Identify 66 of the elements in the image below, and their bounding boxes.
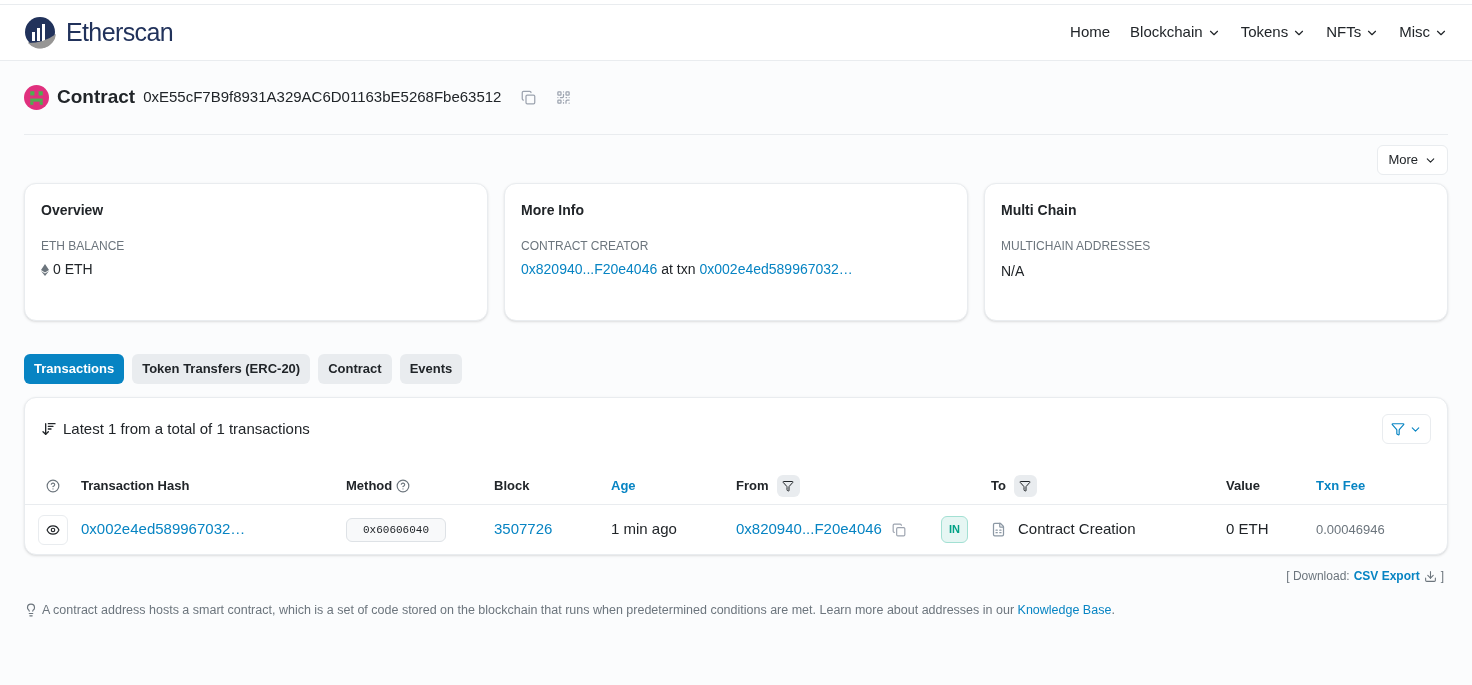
column-header: To (991, 477, 1006, 496)
more-button[interactable]: More (1377, 145, 1448, 175)
qr-code-icon[interactable] (556, 90, 572, 105)
avatar-icon (24, 85, 49, 110)
column-header[interactable]: Txn Fee (1316, 476, 1366, 496)
filter-icon (782, 480, 794, 492)
method-badge: 0x60606040 (346, 517, 446, 543)
card-title: Multi Chain (1001, 201, 1078, 220)
csv-export-link[interactable]: CSV Export (1353, 567, 1437, 585)
field-label: MULTICHAIN ADDRESSES (1001, 238, 1152, 255)
age-text: 1 min ago (611, 519, 678, 540)
to-text: Contract Creation (1018, 519, 1136, 540)
ethereum-icon (41, 263, 49, 276)
nav-link[interactable]: NFTs (1326, 21, 1380, 44)
sort-icon (41, 421, 57, 437)
transaction-hash-link[interactable]: 0x002e4ed589967032… (81, 518, 346, 541)
copy-icon[interactable] (521, 90, 537, 105)
tab[interactable]: Events (399, 354, 463, 384)
eye-icon (46, 522, 60, 537)
lightbulb-icon (24, 603, 38, 618)
download-label: [ Download: (1286, 568, 1350, 585)
creator-link[interactable]: 0x820940...F20e4046 (521, 259, 658, 280)
filter-icon (1019, 480, 1032, 492)
tab[interactable]: Contract (318, 354, 392, 384)
download-icon (1423, 569, 1437, 583)
column-filter-button[interactable] (1013, 475, 1037, 497)
copy-icon[interactable] (891, 522, 906, 537)
card-title: More Info (521, 201, 585, 220)
filter-icon (1391, 422, 1405, 436)
help-icon[interactable] (396, 479, 411, 493)
tab[interactable]: Transactions (24, 354, 125, 384)
nav-link[interactable]: Home (1070, 21, 1111, 44)
txn-link[interactable]: 0x002e4ed589967032… (699, 259, 853, 280)
contract-address: 0xE55cF7B9f8931A329AC6D01163bE5268Fbe63512 (143, 87, 502, 108)
nav-link[interactable]: Blockchain (1130, 21, 1221, 44)
column-header: Method (346, 477, 393, 496)
info-note: A contract address hosts a smart contract, which is a set of code stored on the blockchain that runs when predetermined conditions are met. Learn more about addresses in our Knowledge Base. (42, 602, 1115, 619)
download-bracket: ] (1440, 568, 1444, 585)
help-icon[interactable] (46, 479, 60, 493)
column-header: Value (1226, 477, 1260, 496)
direction-badge: IN (940, 516, 968, 543)
balance-value: 0 ETH (53, 260, 93, 279)
card-title: Overview (41, 201, 105, 220)
logo-text[interactable]: Etherscan (66, 13, 173, 52)
column-header: Transaction Hash (81, 477, 190, 496)
nav-link[interactable]: Tokens (1240, 21, 1307, 44)
logo-icon (24, 15, 58, 50)
contract-icon (991, 522, 1006, 537)
column-header[interactable]: Age (611, 476, 636, 496)
transactions-summary: Latest 1 from a total of 1 transactions (63, 418, 310, 439)
page-title: Contract (57, 85, 136, 110)
from-address-link[interactable]: 0x820940...F20e4046 (736, 518, 882, 541)
at-txn-text: at txn (661, 260, 696, 279)
nav-link[interactable]: Misc (1399, 21, 1448, 44)
column-header: Block (494, 477, 530, 496)
field-label: ETH BALANCE (41, 238, 126, 255)
multichain-value: N/A (1001, 263, 1025, 279)
filter-dropdown-button[interactable] (1382, 414, 1431, 444)
view-details-button[interactable] (38, 514, 68, 545)
block-link[interactable]: 3507726 (494, 518, 611, 541)
column-header: From (736, 477, 769, 496)
field-label: CONTRACT CREATOR (521, 238, 650, 255)
value-text: 0 ETH (1226, 519, 1270, 540)
txn-fee-text: 0.00046946 (1316, 520, 1386, 539)
tab[interactable]: Token Transfers (ERC-20) (132, 354, 311, 384)
column-filter-button[interactable] (776, 475, 800, 497)
